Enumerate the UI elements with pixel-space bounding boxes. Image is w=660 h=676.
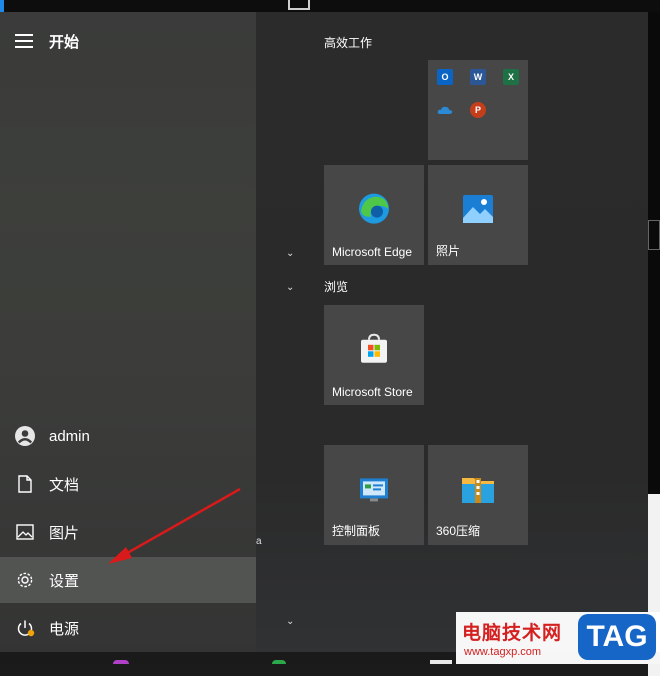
taskbar-app-icon[interactable] <box>430 660 452 664</box>
watermark-tag-logo: TAG <box>578 614 656 660</box>
watermark: 电脑技术网 www.tagxp.com TAG <box>456 612 660 664</box>
annotation-arrow <box>108 487 241 564</box>
taskbar-app-icon[interactable] <box>113 660 129 664</box>
watermark-title: 电脑技术网 <box>462 623 563 644</box>
watermark-url: www.tagxp.com <box>464 646 542 658</box>
taskbar-app-icon[interactable] <box>272 660 286 664</box>
